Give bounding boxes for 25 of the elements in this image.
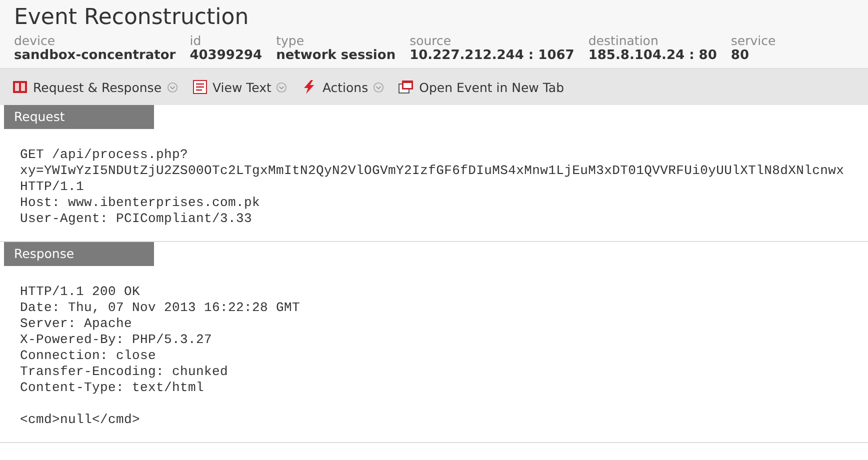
code-text: HTTP/1.1 200 OK Date: Thu, 07 Nov 2013 16:22:28 GMT Server: Apache X-Powered-By: PHP/5.3.27 Connection: close Transfer-Encoding: chunked Content-Type: text/html: [20, 284, 300, 396]
code-text: <cmd>null</cmd>: [20, 412, 140, 428]
code-text: GET /api/process.php? xy=YWIwYzI5NDUtZjU2ZS00OTc2LTgxMmItN2QyN2VlOGVmY2IzfGF6fDIuMS4xMnw1LjEuM3xDT01QVVRFUi0yUUlXTlN8dXNlcnwx HTTP/1.1 Host: www.ibenterprises.com.pk User-Agent: PCICompliant/3.33: [20, 147, 844, 227]
field-label: type: [276, 33, 306, 48]
field-label: device: [14, 33, 56, 48]
toolbar-button[interactable]: View Text: [188, 77, 292, 97]
toolbar-button[interactable]: Open Event in New Tab: [394, 77, 568, 97]
toolbar-button[interactable]: Request & Response: [8, 77, 182, 97]
document-icon: [192, 79, 208, 95]
field-label: service: [730, 33, 776, 48]
field-value: 10.227.212.244 : 1067: [410, 48, 574, 64]
window-icon: [398, 79, 414, 95]
field-label: source: [410, 33, 452, 48]
section-header: Request: [4, 105, 154, 129]
field-label: destination: [588, 33, 660, 48]
section-header: Response: [4, 242, 154, 266]
field-value: sandbox-concentrator: [14, 48, 176, 64]
field-value: 185.8.104.24 : 80: [588, 48, 717, 64]
field-value: network session: [276, 48, 396, 64]
field-value: 40399294: [190, 48, 262, 64]
columns-icon: [12, 79, 28, 95]
field-value: 80: [730, 48, 750, 64]
field-label: id: [190, 33, 202, 48]
toolbar-button[interactable]: Actions: [297, 77, 388, 97]
page-title: Event Reconstruction: [14, 4, 250, 32]
